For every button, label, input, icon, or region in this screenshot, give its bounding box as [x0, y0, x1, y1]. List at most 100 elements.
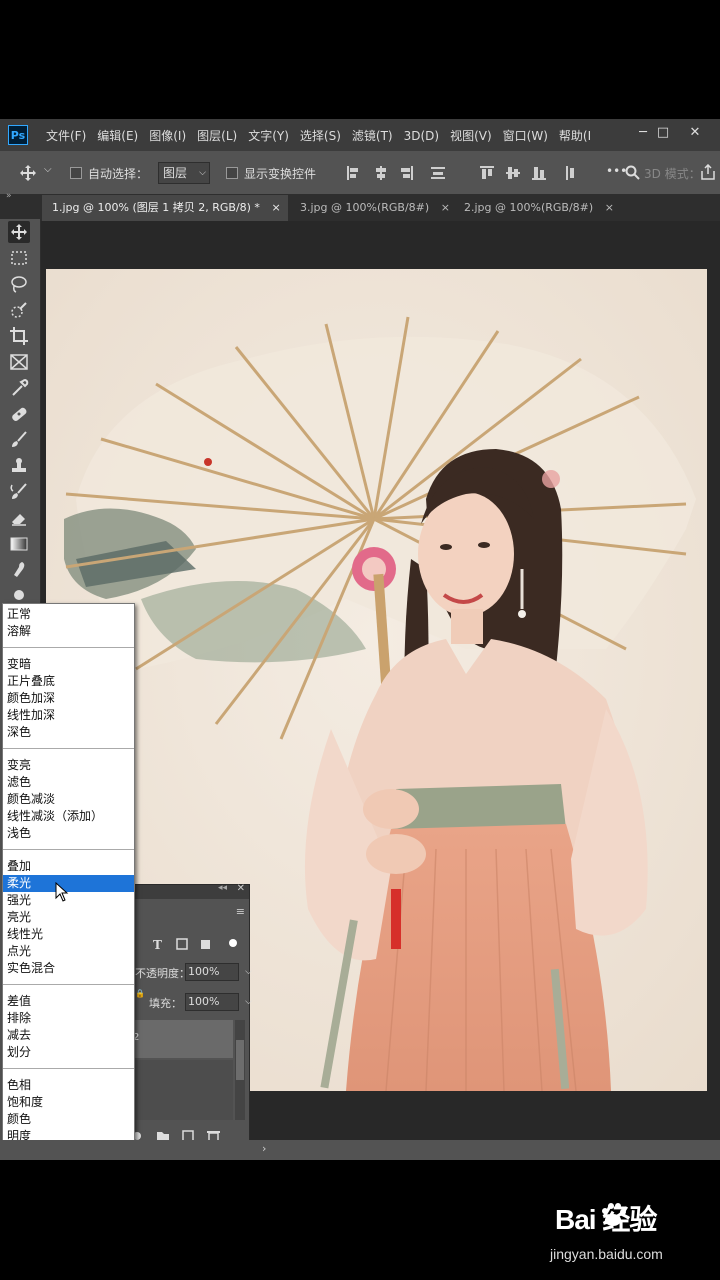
- maximize-button[interactable]: □: [650, 123, 676, 143]
- crop-tool-icon[interactable]: [8, 325, 30, 347]
- panel-menu-icon[interactable]: ≡: [236, 905, 245, 918]
- blend-mode-option[interactable]: 线性加深: [3, 707, 134, 724]
- close-icon[interactable]: ✕: [237, 883, 245, 894]
- menu-items: 文件(F) 编辑(E) 图像(I) 图层(L) 文字(Y) 选择(S) 滤镜(T) 3D(D)…: [46, 119, 602, 151]
- tab-2jpg[interactable]: 2.jpg @ 100%(RGB/8#) ×: [454, 195, 624, 221]
- menu-item[interactable]: 文件(F): [46, 119, 86, 151]
- menu-item[interactable]: 帮助(I: [559, 119, 591, 151]
- blend-mode-option[interactable]: 浅色: [3, 825, 134, 842]
- blend-mode-option[interactable]: 正常: [3, 606, 134, 623]
- tab-label: 1.jpg @ 100% (图层 1 拷贝 2, RGB/8) *: [52, 201, 260, 214]
- align-icons-group[interactable]: [345, 164, 465, 182]
- blend-mode-option[interactable]: 滤色: [3, 774, 134, 791]
- share-icon[interactable]: [700, 164, 716, 180]
- layer-row[interactable]: [129, 1060, 233, 1120]
- menu-item[interactable]: 3D(D): [404, 119, 439, 151]
- layers-panel: ◂◂ ✕ ≡ T 不透明度： 100% ⌵ 🔒 填充： 100% ⌵ 2: [128, 883, 252, 1152]
- svg-text:T: T: [153, 938, 162, 951]
- blend-mode-option[interactable]: 颜色减淡: [3, 791, 134, 808]
- blend-mode-option[interactable]: 颜色加深: [3, 690, 134, 707]
- chevron-down-icon[interactable]: ⌵: [44, 164, 52, 175]
- blend-mode-dropdown[interactable]: 正常 溶解变暗 正片叠底 颜色加深 线性加深 深色变亮 滤色 颜色减淡 线性减淡（添加） 浅色叠加…: [2, 603, 135, 1153]
- blend-mode-option[interactable]: 饱和度: [3, 1094, 134, 1111]
- menu-bar: Ps 文件(F) 编辑(E) 图像(I) 图层(L) 文字(Y) 选择(S) 滤镜(T) 3D…: [0, 119, 720, 151]
- menu-item[interactable]: 视图(V): [450, 119, 492, 151]
- auto-select-dropdown[interactable]: 图层 ⌵: [158, 162, 210, 184]
- blend-mode-option[interactable]: 叠加: [3, 858, 134, 875]
- gradient-tool-icon[interactable]: [8, 533, 30, 555]
- chevron-down-icon[interactable]: ⌵: [245, 994, 252, 1010]
- tab-3jpg[interactable]: 3.jpg @ 100%(RGB/8#) ×: [290, 195, 450, 221]
- frame-tool-icon[interactable]: [8, 351, 30, 373]
- blend-mode-option[interactable]: 深色: [3, 724, 134, 741]
- eyedropper-tool-icon[interactable]: [8, 377, 30, 399]
- tab-close-icon[interactable]: ×: [441, 201, 450, 214]
- show-transform-checkbox[interactable]: [226, 167, 238, 179]
- tab-1jpg[interactable]: 1.jpg @ 100% (图层 1 拷贝 2, RGB/8) * ×: [42, 195, 288, 221]
- opacity-input[interactable]: 100% ⌵: [185, 963, 252, 981]
- blend-mode-option[interactable]: 点光: [3, 943, 134, 960]
- chevron-down-icon[interactable]: ⌵: [245, 964, 252, 980]
- auto-select-checkbox[interactable]: [70, 167, 82, 179]
- menu-item[interactable]: 编辑(E): [97, 119, 138, 151]
- collapse-toolbar-icon[interactable]: »: [6, 191, 12, 201]
- tab-close-icon[interactable]: ×: [605, 201, 614, 214]
- distribute-icons-group[interactable]: [478, 164, 588, 182]
- brush-tool-icon[interactable]: [8, 429, 30, 451]
- move-tool-icon[interactable]: [8, 221, 30, 243]
- auto-select-label: 自动选择：: [88, 167, 149, 181]
- menu-item[interactable]: 滤镜(T): [352, 119, 393, 151]
- auto-select-value: 图层: [163, 166, 188, 180]
- marquee-tool-icon[interactable]: [8, 247, 30, 269]
- menu-separator: [3, 984, 134, 985]
- blend-mode-option[interactable]: 变亮: [3, 757, 134, 774]
- menu-item[interactable]: 图像(I): [149, 119, 186, 151]
- history-brush-tool-icon[interactable]: [8, 481, 30, 503]
- menu-separator: [3, 1068, 134, 1069]
- blend-mode-option[interactable]: 线性减淡（添加）: [3, 808, 134, 825]
- opacity-value: 100%: [188, 965, 220, 978]
- opacity-label: 不透明度：: [135, 967, 190, 980]
- eraser-tool-icon[interactable]: [8, 507, 30, 529]
- blend-mode-option[interactable]: 色相: [3, 1077, 134, 1094]
- blend-mode-option[interactable]: 亮光: [3, 909, 134, 926]
- layers-scrollbar[interactable]: [235, 1020, 245, 1120]
- menu-item[interactable]: 文字(Y): [248, 119, 289, 151]
- menu-item[interactable]: 选择(S): [300, 119, 341, 151]
- close-window-button[interactable]: ✕: [682, 123, 708, 143]
- quick-select-tool-icon[interactable]: [8, 299, 30, 321]
- blend-mode-option[interactable]: 正片叠底: [3, 673, 134, 690]
- lasso-tool-icon[interactable]: [8, 273, 30, 295]
- blend-mode-option[interactable]: 划分: [3, 1044, 134, 1061]
- menu-item[interactable]: 窗口(W): [503, 119, 548, 151]
- show-transform-label: 显示变换控件: [244, 167, 317, 181]
- menu-separator: [3, 849, 134, 850]
- blend-mode-option[interactable]: 线性光: [3, 926, 134, 943]
- status-chevron-icon[interactable]: ›: [262, 1142, 266, 1155]
- layer-row-selected[interactable]: 2: [129, 1020, 233, 1058]
- menu-separator: [3, 748, 134, 749]
- blend-mode-option[interactable]: 溶解: [3, 623, 134, 640]
- options-bar: ⌵ 自动选择： 图层 ⌵ 显示变换控件 ••• 3D 模式：: [0, 152, 720, 195]
- layer-filter-icons[interactable]: T: [149, 937, 244, 951]
- panel-header: ◂◂ ✕: [129, 883, 249, 899]
- blend-mode-option[interactable]: 实色混合: [3, 960, 134, 977]
- tab-close-icon[interactable]: ×: [271, 201, 280, 214]
- blend-mode-option[interactable]: 减去: [3, 1027, 134, 1044]
- collapse-icon[interactable]: ◂◂: [218, 883, 227, 893]
- fill-label: 填充：: [149, 997, 182, 1010]
- smudge-tool-icon[interactable]: [8, 559, 30, 581]
- stamp-tool-icon[interactable]: [8, 455, 30, 477]
- blend-mode-option[interactable]: 差值: [3, 993, 134, 1010]
- fill-input[interactable]: 100% ⌵: [185, 993, 252, 1011]
- menu-item[interactable]: 图层(L): [197, 119, 237, 151]
- lock-icon[interactable]: 🔒: [135, 989, 145, 998]
- 3d-mode-label: 3D 模式：: [644, 167, 701, 181]
- document-tabs: » 1.jpg @ 100% (图层 1 拷贝 2, RGB/8) * × 3.…: [0, 191, 720, 221]
- blend-mode-option[interactable]: 颜色: [3, 1111, 134, 1128]
- blend-mode-option[interactable]: 变暗: [3, 656, 134, 673]
- move-tool-icon[interactable]: [20, 165, 36, 181]
- healing-brush-tool-icon[interactable]: [8, 403, 30, 425]
- blend-mode-option[interactable]: 排除: [3, 1010, 134, 1027]
- search-icon[interactable]: [625, 165, 640, 180]
